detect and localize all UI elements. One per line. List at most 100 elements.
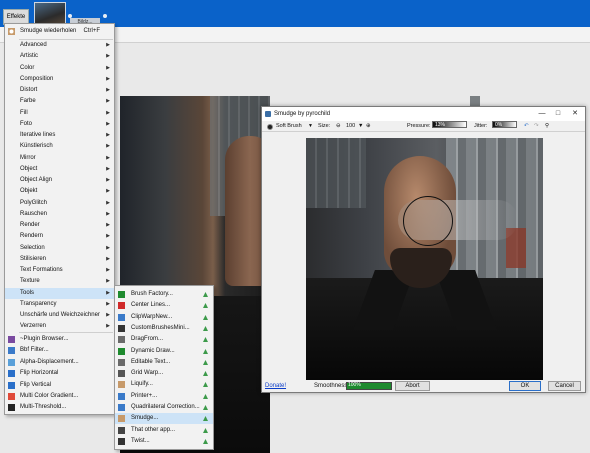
tools-item-printer[interactable]: Printer+... <box>115 391 213 402</box>
tools-item-custombrushesmini[interactable]: CustomBrushesMini... <box>115 323 213 334</box>
smudge-dialog: Smudge by pyrochild — □ ✕ Soft Brush ▼ S… <box>261 106 586 393</box>
menu-item-plugin[interactable]: Alpha-Displacement... <box>5 357 114 368</box>
chevron-down-icon[interactable]: ▼ <box>358 121 363 132</box>
menu-item-label: Foto <box>20 120 33 127</box>
menu-item-object-align[interactable]: Object Align ▶ <box>5 175 114 186</box>
submenu-arrow-icon: ▶ <box>106 300 110 307</box>
tool-icon <box>118 381 125 389</box>
menu-item-text-formations[interactable]: Text Formations ▶ <box>5 265 114 276</box>
tool-icon <box>118 370 125 378</box>
menu-item-distort[interactable]: Distort ▶ <box>5 85 114 96</box>
menu-item-plugin[interactable]: Flip Horizontal <box>5 368 114 379</box>
submenu-arrow-icon: ▶ <box>106 222 110 228</box>
tab-close-icon[interactable] <box>103 14 107 18</box>
menu-item-fill[interactable]: Fill ▶ <box>5 108 114 119</box>
tools-item-smudge[interactable]: Smudge... <box>115 413 213 425</box>
tools-item-clipwarpnew[interactable]: ClipWarpNew... <box>115 312 213 323</box>
tools-item-twist[interactable]: Twist... <box>115 436 213 447</box>
menu-item-advanced[interactable]: Advanced ▶ <box>5 40 114 51</box>
pin-icon <box>202 336 209 343</box>
tools-item-brush-factory[interactable]: Brush Factory... <box>115 289 213 300</box>
undo-icon[interactable]: ↶ <box>524 121 529 132</box>
zoom-icon[interactable]: ⚲ <box>545 121 549 132</box>
pin-icon <box>202 291 209 298</box>
submenu-arrow-icon: ▶ <box>106 109 110 116</box>
menu-item-rauschen[interactable]: Rauschen ▶ <box>5 209 114 220</box>
tool-icon <box>118 392 125 400</box>
menu-item-verzerren[interactable]: Verzerren ▶ <box>5 321 114 332</box>
jitter-value: 0% <box>495 122 503 128</box>
size-increase-icon[interactable]: ⊕ <box>366 121 371 132</box>
submenu-arrow-icon: ▶ <box>106 278 110 285</box>
tools-item-label: Printer+... <box>131 392 158 399</box>
size-decrease-icon[interactable]: ⊖ <box>336 121 341 132</box>
menu-item-plugin[interactable]: Flip Vertical <box>5 380 114 391</box>
smoothness-slider[interactable]: 100% <box>346 382 392 390</box>
abort-button[interactable]: Abort <box>395 381 430 391</box>
jitter-slider[interactable]: 0% <box>492 121 517 128</box>
submenu-arrow-icon: ▶ <box>106 233 110 240</box>
menu-item-plugin[interactable]: Multi Color Gradient... <box>5 391 114 402</box>
menu-item-rendern[interactable]: Rendern ▶ <box>5 231 114 242</box>
pin-icon <box>202 381 209 388</box>
menu-item-plugin[interactable]: Multi-Threshold... <box>5 402 114 413</box>
menu-item-label: Farbe <box>20 98 36 105</box>
ok-button[interactable]: OK <box>509 381 541 391</box>
pressure-slider[interactable]: 13% <box>432 121 467 128</box>
menu-item-tools[interactable]: Tools ▶ <box>5 287 114 299</box>
pin-icon <box>202 415 209 422</box>
tools-item-label: Liquify... <box>131 381 153 388</box>
size-value[interactable]: 100 <box>346 121 355 132</box>
tool-icon <box>118 336 125 344</box>
cancel-button[interactable]: Cancel <box>548 381 581 391</box>
menu-item-color[interactable]: Color ▶ <box>5 63 114 74</box>
preview-canvas[interactable] <box>306 138 543 380</box>
menu-item-label: PolyGlitch <box>20 199 48 206</box>
chevron-down-icon[interactable]: ▼ <box>308 121 313 132</box>
plugin-icon <box>8 381 15 389</box>
plugin-icon <box>8 370 15 378</box>
tools-item-liquify[interactable]: Liquify... <box>115 379 213 390</box>
donate-link[interactable]: Donate! <box>265 383 286 389</box>
menu-item-objekt[interactable]: Objekt ▶ <box>5 186 114 197</box>
tools-item-quadrilateral-correction[interactable]: Quadrilateral Correction... <box>115 402 213 413</box>
menu-item-polyglitch[interactable]: PolyGlitch ▶ <box>5 198 114 209</box>
menu-item-transparency[interactable]: Transparency ▶ <box>5 299 114 310</box>
tools-item-center-lines[interactable]: Center Lines... <box>115 300 213 311</box>
menu-item-composition[interactable]: Composition ▶ <box>5 74 114 85</box>
minimize-icon[interactable]: — <box>536 107 548 121</box>
maximize-icon[interactable]: □ <box>552 107 564 121</box>
menu-item-selection[interactable]: Selection ▶ <box>5 243 114 254</box>
pin-icon <box>202 404 209 411</box>
tools-item-dragfrom[interactable]: DragFrom... <box>115 334 213 345</box>
menu-item-mirror[interactable]: Mirror ▶ <box>5 153 114 164</box>
menu-item-iterative-lines[interactable]: Iterative lines ▶ <box>5 130 114 141</box>
brush-selector[interactable]: Soft Brush <box>276 121 302 132</box>
tools-item-label: Center Lines... <box>131 302 171 309</box>
tools-item-dynamic-draw[interactable]: Dynamic Draw... <box>115 346 213 357</box>
menu-item-stilisieren[interactable]: Stilisieren ▶ <box>5 254 114 265</box>
pin-icon <box>202 427 209 434</box>
menu-item-plugin[interactable]: ~Plugin Browser... <box>5 334 114 345</box>
menu-item-repeat-label: Smudge wiederholen <box>20 28 77 34</box>
menu-item-foto[interactable]: Foto ▶ <box>5 119 114 130</box>
menu-item-render[interactable]: Render ▶ <box>5 220 114 231</box>
menu-item-object[interactable]: Object ▶ <box>5 164 114 175</box>
menu-item-artistic[interactable]: Artistic ▶ <box>5 51 114 62</box>
menu-item-label: Color <box>20 64 35 71</box>
menu-item-farbe[interactable]: Farbe ▶ <box>5 96 114 107</box>
menu-item-texture[interactable]: Texture ▶ <box>5 276 114 287</box>
tools-item-that-other-app[interactable]: That other app... <box>115 425 213 436</box>
submenu-arrow-icon: ▶ <box>106 165 110 172</box>
redo-icon[interactable]: ↷ <box>534 121 539 132</box>
tools-item-grid-warp[interactable]: Grid Warp... <box>115 368 213 379</box>
menu-item-künstlerisch[interactable]: Künstlerisch ▶ <box>5 141 114 152</box>
size-label: Size: <box>318 123 331 129</box>
menu-item-unschärfe-und-weichzeichner[interactable]: Unschärfe und Weichzeichner ▶ <box>5 310 114 321</box>
tools-item-label: ClipWarpNew... <box>131 313 173 320</box>
menu-item-repeat[interactable]: Smudge wiederholen Ctrl+F <box>5 26 114 37</box>
menu-separator <box>19 332 113 333</box>
close-icon[interactable]: ✕ <box>569 107 581 121</box>
menu-item-plugin[interactable]: Bbf Filter... <box>5 345 114 356</box>
tools-item-editable-text[interactable]: Editable Text... <box>115 357 213 368</box>
